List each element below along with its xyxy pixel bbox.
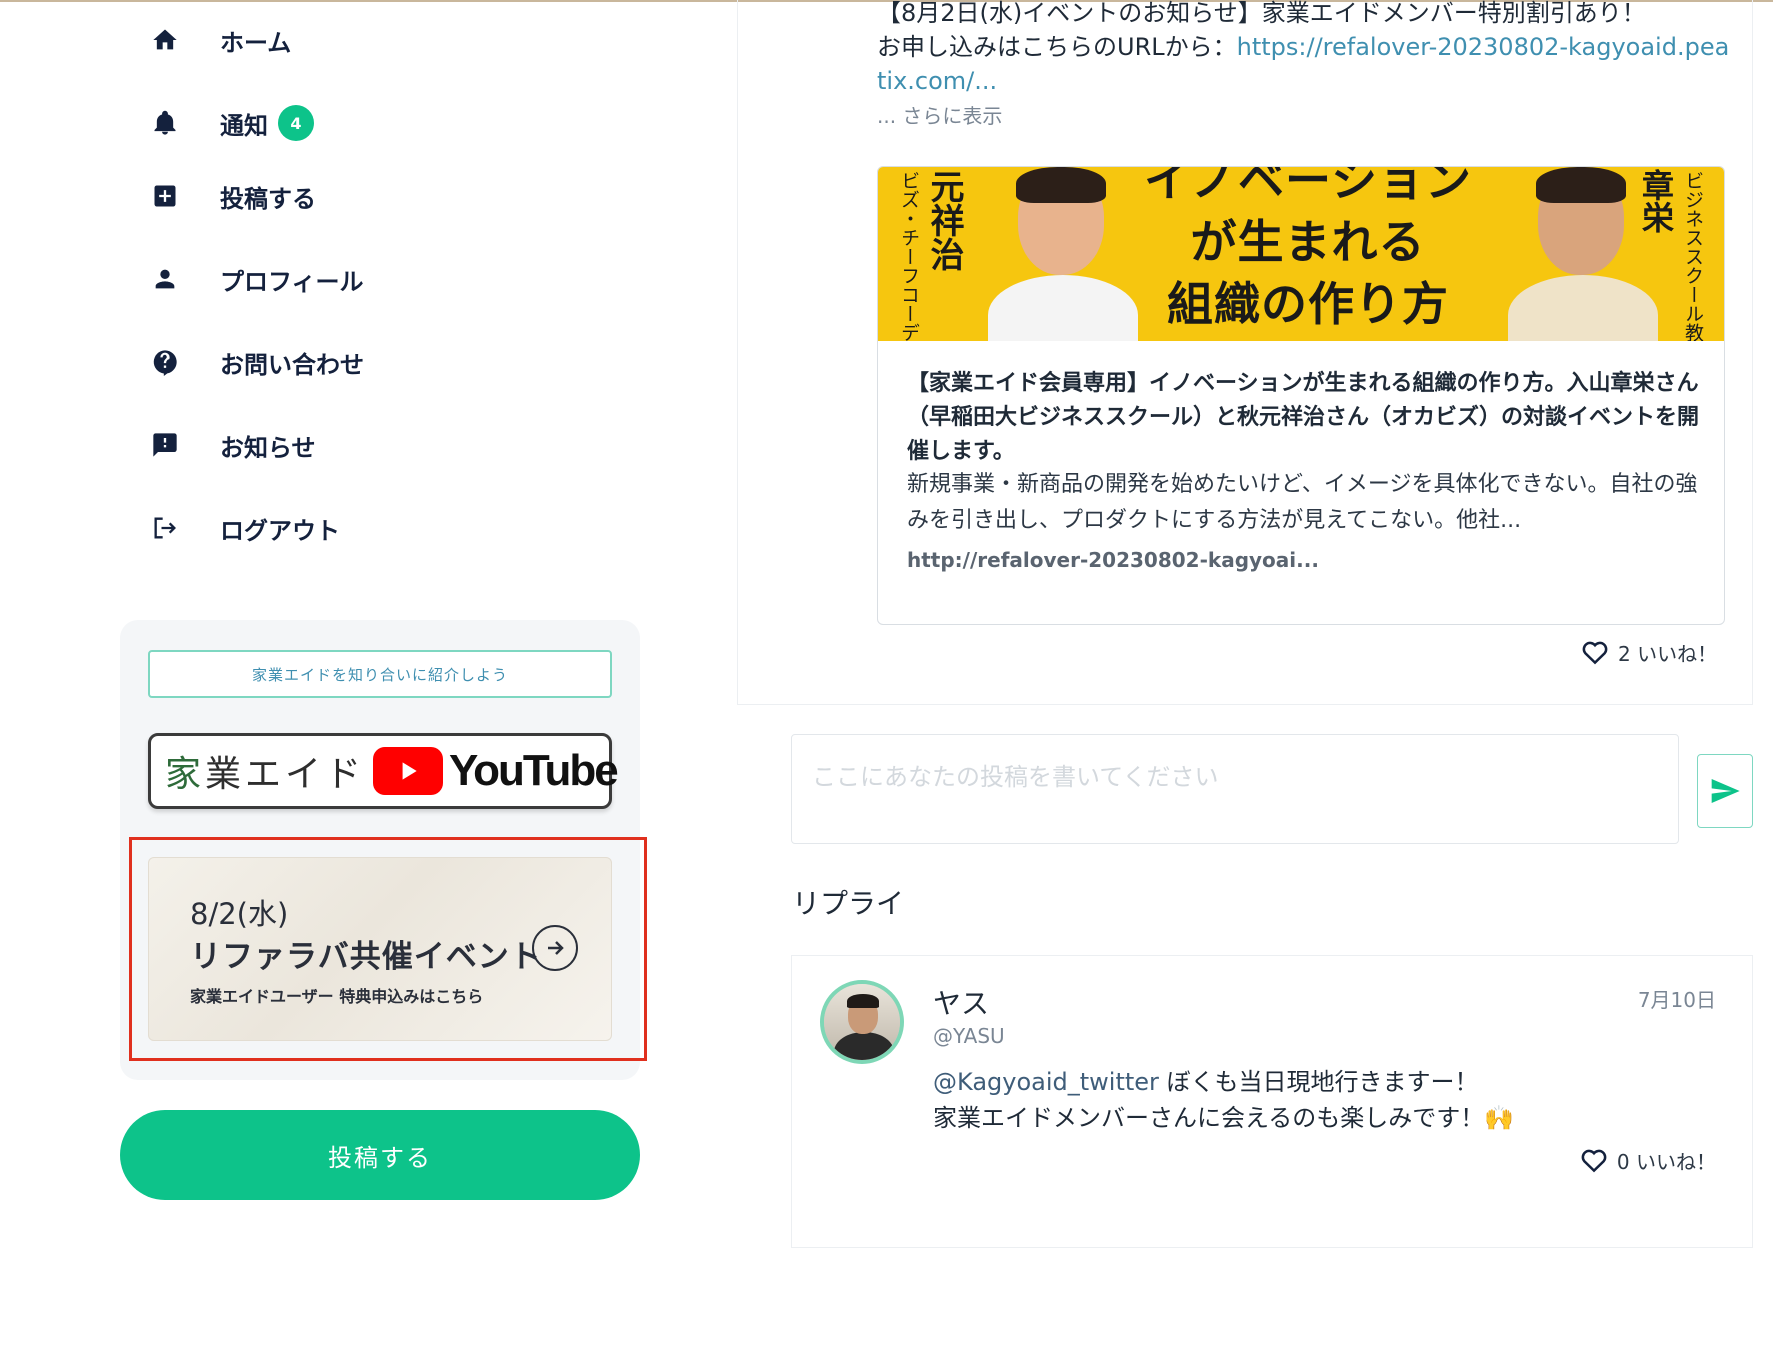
thumb-right-name: 章栄 bbox=[1637, 169, 1675, 233]
thumb-left-role: ビズ・チーフコーディ bbox=[898, 171, 920, 341]
sidebar-item-notifications[interactable]: 通知 4 bbox=[150, 93, 314, 153]
link-preview-url: http://refalover-20230802-kagyoai... bbox=[907, 548, 1319, 572]
reply-author-handle: @YASU bbox=[933, 1024, 1005, 1048]
sidebar-item-label: プロフィール bbox=[220, 267, 364, 296]
sidebar-item-label: ホーム bbox=[220, 28, 292, 57]
post-line-2: お申し込みはこちらのURLから：https://refalover-202308… bbox=[877, 30, 1737, 98]
sidebar-item-label: ログアウト bbox=[220, 516, 340, 545]
brand-rest: 業エイド bbox=[205, 754, 366, 795]
brand-first-char: 家 bbox=[165, 754, 206, 795]
send-button[interactable] bbox=[1697, 754, 1753, 828]
sidebar-item-announcements[interactable]: お知らせ bbox=[150, 415, 316, 475]
home-icon bbox=[150, 25, 180, 55]
reply-like-button[interactable]: 0 いいね！ bbox=[1579, 1145, 1716, 1175]
event-banner-highlight bbox=[129, 837, 647, 1061]
post-button[interactable]: 投稿する bbox=[120, 1110, 640, 1200]
sidebar-item-profile[interactable]: プロフィール bbox=[150, 249, 364, 309]
post-like-count: 2 いいね！ bbox=[1618, 641, 1718, 666]
heart-icon bbox=[1582, 641, 1608, 665]
sidebar-item-label: 通知 bbox=[220, 111, 268, 140]
reply-body: @Kagyoaid_twitter ぼくも当日現地行きますー！ 家業エイドメンバ… bbox=[933, 1064, 1693, 1136]
thumb-line-1: イノベーション bbox=[1143, 167, 1473, 207]
invite-button[interactable]: 家業エイドを知り合いに紹介しよう bbox=[148, 650, 612, 698]
sidebar-item-label: お問い合わせ bbox=[220, 350, 364, 379]
link-preview-thumbnail: 元祥治 ビズ・チーフコーディ イノベーション が生まれる 組織の作り方 章栄 ビ… bbox=[878, 167, 1724, 341]
link-preview-title: 【家業エイド会員専用】イノベーションが生まれる組織の作り方。入山章栄さん（早稲田… bbox=[907, 371, 1700, 464]
reply-date: 7月10日 bbox=[1637, 988, 1716, 1012]
reply-author-name[interactable]: ヤス bbox=[933, 982, 989, 1022]
reply-text-1: ぼくも当日現地行きますー！ bbox=[1158, 1068, 1479, 1096]
sidebar-item-label: お知らせ bbox=[220, 433, 316, 462]
post-like-button[interactable]: 2 いいね！ bbox=[1580, 637, 1717, 667]
reply-like-count: 0 いいね！ bbox=[1616, 1149, 1716, 1174]
question-icon bbox=[150, 347, 180, 377]
youtube-banner[interactable]: 家業エイド YouTube bbox=[148, 733, 619, 809]
show-more-link[interactable]: ... さらに表示 bbox=[877, 100, 1002, 129]
reply-text-2: 家業エイドメンバーさんに会えるのも楽しみです！🙌 bbox=[933, 1104, 1515, 1132]
notification-count-badge: 4 bbox=[278, 105, 314, 141]
replies-heading: リプライ bbox=[792, 887, 905, 920]
link-preview-description: 新規事業・新商品の開発を始めたいけど、イメージを具体化できない。自社の強みを引き… bbox=[907, 472, 1698, 533]
link-preview-card[interactable]: 元祥治 ビズ・チーフコーディ イノベーション が生まれる 組織の作り方 章栄 ビ… bbox=[877, 166, 1725, 625]
youtube-banner-brand: 家業エイド bbox=[165, 745, 365, 797]
youtube-play-icon bbox=[373, 747, 444, 795]
send-icon bbox=[1711, 779, 1740, 803]
side-panel: 家業エイドを知り合いに紹介しよう 家業エイド YouTube 8/2(水) リフ… bbox=[120, 620, 647, 1080]
reply-mention[interactable]: @Kagyoaid_twitter bbox=[933, 1068, 1159, 1096]
post-line-2-prefix: お申し込みはこちらのURLから： bbox=[877, 33, 1237, 61]
compose-input[interactable] bbox=[791, 734, 1679, 844]
thumb-line-2: が生まれる bbox=[1190, 215, 1426, 269]
reply-line-1: @Kagyoaid_twitter ぼくも当日現地行きますー！ bbox=[933, 1064, 1693, 1100]
logout-icon bbox=[150, 513, 180, 543]
sidebar-item-label: 投稿する bbox=[220, 184, 316, 213]
youtube-wordmark: YouTube bbox=[449, 746, 619, 795]
heart-icon bbox=[1581, 1149, 1607, 1173]
plus-square-icon bbox=[150, 181, 180, 211]
speaker-right-photo bbox=[1508, 167, 1658, 341]
thumb-line-3: 組織の作り方 bbox=[1167, 277, 1449, 331]
thumb-left-name: 元祥治 bbox=[924, 169, 964, 271]
post-line-1: 【8月2日(水)イベントのお知らせ】家業エイドメンバー特別割引あり！ bbox=[877, 0, 1646, 27]
thumb-right-role: ビジネススクール教 bbox=[1682, 171, 1704, 341]
sidebar-item-post[interactable]: 投稿する bbox=[150, 166, 316, 226]
sidebar-item-contact[interactable]: お問い合わせ bbox=[150, 332, 364, 392]
person-icon bbox=[150, 264, 180, 294]
sidebar-item-logout[interactable]: ログアウト bbox=[150, 498, 340, 558]
avatar[interactable] bbox=[820, 980, 904, 1064]
thumb-headline: イノベーション が生まれる 組織の作り方 bbox=[1118, 167, 1498, 335]
speaker-left-photo bbox=[988, 167, 1138, 341]
bell-icon bbox=[150, 108, 180, 138]
post-body: 【8月2日(水)イベントのお知らせ】家業エイドメンバー特別割引あり！ お申し込み… bbox=[877, 0, 1737, 98]
announcement-icon bbox=[150, 430, 180, 460]
sidebar-item-home[interactable]: ホーム bbox=[150, 10, 291, 70]
reply-card: ヤス @YASU 7月10日 @Kagyoaid_twitter ぼくも当日現地… bbox=[791, 955, 1753, 1248]
